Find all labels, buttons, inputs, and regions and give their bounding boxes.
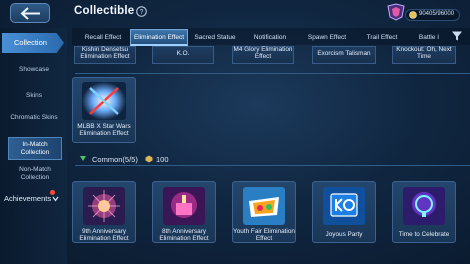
card-label: K.O. (176, 50, 190, 57)
notification-dot (50, 190, 55, 195)
chevron-down-icon (52, 196, 59, 202)
back-arrow-icon (20, 7, 42, 20)
coin-icon (409, 11, 417, 19)
tab-trail-effect[interactable]: Trail Effect (360, 31, 404, 44)
common-section-title: Common(5/5) (92, 155, 138, 164)
chevron-down-icon[interactable] (79, 155, 87, 162)
tab-spawn-effect[interactable]: Spawn Effect (302, 31, 352, 44)
card-label: Kishin Densetsu Elimination Effect (80, 46, 130, 60)
tab-battle[interactable]: Battle I (412, 31, 446, 44)
filter-icon[interactable] (451, 30, 463, 42)
sidebar-item-chromatic-skins[interactable]: Chromatic Skins (8, 114, 60, 122)
currency-value: 90405/96000 (419, 11, 455, 17)
cake-effect-icon (163, 187, 205, 225)
sidebar-collection-label: Collection (14, 38, 47, 47)
rank-avatar-icon[interactable] (386, 3, 406, 21)
tab-sacred-statue[interactable]: Sacred Statue (190, 31, 240, 44)
card-label: Time to Celebrate (398, 231, 450, 238)
card-label: Joyous Party (325, 231, 363, 238)
card-label: MLBB X Star Wars Elimination Effect (77, 123, 131, 137)
trophy-effect-icon (403, 187, 445, 225)
card-label: M4 Glory Elimination Effect (233, 46, 293, 60)
section-divider (75, 73, 470, 74)
section-divider (75, 165, 470, 166)
collection-points: 100 (156, 155, 169, 164)
card-label: Knockout: Oh, Next Time (396, 46, 452, 60)
lightsaber-effect-icon (82, 82, 126, 120)
tab-elimination-effect[interactable]: Elimination Effect (130, 29, 188, 46)
sidebar-item-achievements[interactable]: Achievements (4, 194, 51, 203)
ko-sign-icon (323, 187, 365, 225)
sidebar-item-in-match-collection[interactable]: In-Match Collection (8, 137, 62, 160)
question-mark-icon[interactable]: ? (136, 6, 147, 17)
fireworks-effect-icon (83, 187, 125, 225)
card-label: Exorcism Talisman (317, 50, 371, 57)
card-label: 8th Anniversary Elimination Effect (159, 228, 209, 242)
page-title: Collectible (74, 5, 135, 17)
collection-points-icon (145, 155, 153, 163)
back-button[interactable] (10, 3, 50, 23)
sidebar-item-skins[interactable]: Skins (6, 92, 62, 100)
sidebar-item-showcase[interactable]: Showcase (6, 66, 62, 74)
card-label: Youth Fair Elimination Effect (233, 228, 295, 242)
tab-notification[interactable]: Notification (246, 31, 294, 44)
tab-recall-effect[interactable]: Recall Effect (78, 31, 128, 44)
svg-text:?: ? (140, 9, 144, 16)
card-label: 9th Anniversary Elimination Effect (79, 228, 129, 242)
sidebar-item-non-match-collection[interactable]: Non-Match Collection (8, 166, 62, 181)
ko-splash-icon (243, 187, 285, 225)
